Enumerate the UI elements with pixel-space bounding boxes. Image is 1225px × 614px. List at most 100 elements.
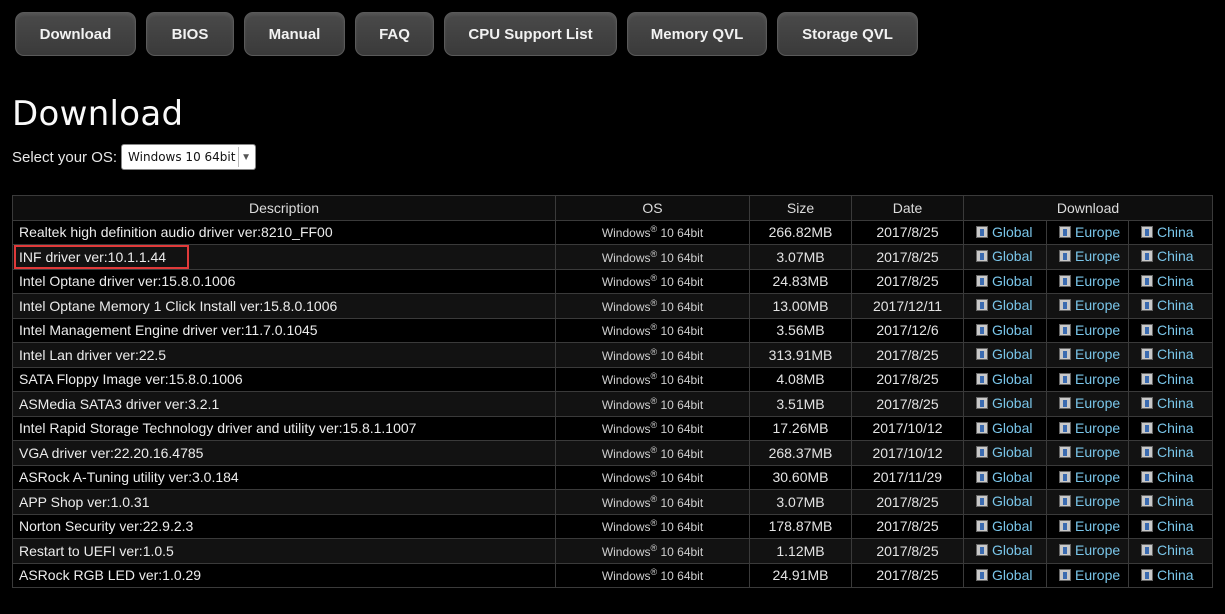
download-icon bbox=[976, 372, 988, 385]
os-suffix: 10 64bit bbox=[657, 471, 704, 486]
os-suffix: 10 64bit bbox=[657, 226, 704, 241]
download-link-europe[interactable]: Europe bbox=[1059, 346, 1120, 362]
row-os: Windows® 10 64bit bbox=[555, 513, 750, 539]
row-download-cell: Global bbox=[963, 440, 1047, 466]
download-link-europe[interactable]: Europe bbox=[1059, 297, 1120, 313]
download-link-china[interactable]: China bbox=[1141, 444, 1194, 460]
os-suffix: 10 64bit bbox=[657, 299, 704, 314]
table-row: Intel Optane Memory 1 Click Install ver:… bbox=[12, 293, 1214, 319]
download-link-europe[interactable]: Europe bbox=[1059, 371, 1120, 387]
row-description: Intel Optane driver ver:15.8.0.1006 bbox=[12, 268, 556, 294]
download-link-global[interactable]: Global bbox=[976, 273, 1032, 289]
download-link-global[interactable]: Global bbox=[976, 518, 1032, 534]
row-size: 30.60MB bbox=[749, 464, 852, 490]
os-prefix: Windows bbox=[601, 299, 651, 314]
download-link-label: China bbox=[1157, 542, 1194, 559]
download-icon bbox=[976, 495, 988, 508]
download-link-china[interactable]: China bbox=[1141, 493, 1194, 509]
os-select-label: Select your OS: bbox=[12, 148, 118, 166]
download-link-china[interactable]: China bbox=[1141, 518, 1194, 534]
download-link-europe[interactable]: Europe bbox=[1059, 248, 1120, 264]
table-row: ASRock RGB LED ver:1.0.29 Windows® 10 64b… bbox=[12, 562, 1214, 588]
row-os: Windows® 10 64bit bbox=[555, 342, 750, 368]
download-link-china[interactable]: China bbox=[1141, 395, 1194, 411]
download-link-china[interactable]: China bbox=[1141, 322, 1194, 338]
download-link-global[interactable]: Global bbox=[976, 493, 1032, 509]
download-icon bbox=[1141, 421, 1153, 434]
download-link-global[interactable]: Global bbox=[976, 444, 1032, 460]
row-date: 2017/12/11 bbox=[851, 293, 964, 319]
download-link-label: Global bbox=[992, 248, 1033, 265]
download-link-label: Europe bbox=[1075, 346, 1121, 363]
row-download-cell: China bbox=[1127, 293, 1214, 319]
os-prefix: Windows bbox=[601, 422, 651, 437]
row-date: 2017/11/29 bbox=[851, 464, 964, 490]
download-link-china[interactable]: China bbox=[1141, 420, 1194, 436]
tab-download[interactable]: Download bbox=[15, 12, 136, 56]
download-link-europe[interactable]: Europe bbox=[1059, 469, 1120, 485]
download-link-europe[interactable]: Europe bbox=[1059, 567, 1120, 583]
tab-memory-qvl[interactable]: Memory QVL bbox=[627, 12, 767, 56]
tab-manual[interactable]: Manual bbox=[244, 12, 345, 56]
tab-storage-qvl[interactable]: Storage QVL bbox=[777, 12, 918, 56]
download-icon bbox=[1141, 397, 1153, 410]
table-row: SATA Floppy Image ver:15.8.0.1006 Windows… bbox=[12, 366, 1214, 392]
row-download-cell: Europe bbox=[1046, 293, 1129, 319]
download-link-china[interactable]: China bbox=[1141, 273, 1194, 289]
download-link-label: China bbox=[1157, 370, 1194, 387]
download-link-global[interactable]: Global bbox=[976, 542, 1032, 558]
download-link-label: China bbox=[1157, 248, 1194, 265]
download-link-global[interactable]: Global bbox=[976, 346, 1032, 362]
download-link-global[interactable]: Global bbox=[976, 248, 1032, 264]
header-description: Description bbox=[12, 195, 556, 221]
download-link-global[interactable]: Global bbox=[976, 297, 1032, 313]
row-download-cell: Global bbox=[963, 415, 1047, 441]
download-link-europe[interactable]: Europe bbox=[1059, 224, 1120, 240]
row-download-cell: China bbox=[1127, 538, 1214, 564]
download-link-europe[interactable]: Europe bbox=[1059, 444, 1120, 460]
table-row: Realtek high definition audio driver ver… bbox=[12, 219, 1214, 245]
row-download-cell: Europe bbox=[1046, 562, 1129, 588]
download-link-china[interactable]: China bbox=[1141, 371, 1194, 387]
download-link-global[interactable]: Global bbox=[976, 469, 1032, 485]
download-link-europe[interactable]: Europe bbox=[1059, 273, 1120, 289]
download-link-europe[interactable]: Europe bbox=[1059, 322, 1120, 338]
download-link-global[interactable]: Global bbox=[976, 567, 1032, 583]
row-download-cell: Global bbox=[963, 219, 1047, 245]
download-link-europe[interactable]: Europe bbox=[1059, 420, 1120, 436]
header-date: Date bbox=[851, 195, 964, 221]
download-link-china[interactable]: China bbox=[1141, 542, 1194, 558]
download-link-label: Europe bbox=[1075, 468, 1121, 485]
chevron-down-icon[interactable]: ▼ bbox=[238, 147, 253, 167]
download-link-europe[interactable]: Europe bbox=[1059, 542, 1120, 558]
os-select[interactable]: Windows 10 64bit ▼ bbox=[121, 144, 257, 170]
download-link-china[interactable]: China bbox=[1141, 469, 1194, 485]
os-suffix: 10 64bit bbox=[657, 348, 704, 363]
row-date: 2017/8/25 bbox=[851, 268, 964, 294]
download-link-label: Global bbox=[992, 370, 1033, 387]
download-icon bbox=[1141, 299, 1153, 312]
tab-cpu-support-list[interactable]: CPU Support List bbox=[444, 12, 617, 56]
row-download-cell: China bbox=[1127, 513, 1214, 539]
download-link-europe[interactable]: Europe bbox=[1059, 518, 1120, 534]
download-link-global[interactable]: Global bbox=[976, 371, 1032, 387]
download-link-global[interactable]: Global bbox=[976, 322, 1032, 338]
download-link-china[interactable]: China bbox=[1141, 297, 1194, 313]
row-description: Realtek high definition audio driver ver… bbox=[12, 219, 556, 245]
os-prefix: Windows bbox=[601, 446, 651, 461]
tab-faq[interactable]: FAQ bbox=[355, 12, 434, 56]
download-link-china[interactable]: China bbox=[1141, 224, 1194, 240]
download-link-china[interactable]: China bbox=[1141, 248, 1194, 264]
download-link-global[interactable]: Global bbox=[976, 224, 1032, 240]
download-link-label: Europe bbox=[1075, 395, 1121, 412]
download-link-china[interactable]: China bbox=[1141, 346, 1194, 362]
download-link-global[interactable]: Global bbox=[976, 420, 1032, 436]
download-link-china[interactable]: China bbox=[1141, 567, 1194, 583]
download-link-europe[interactable]: Europe bbox=[1059, 493, 1120, 509]
tab-bios[interactable]: BIOS bbox=[146, 12, 234, 56]
download-link-label: Europe bbox=[1075, 542, 1121, 559]
row-date: 2017/8/25 bbox=[851, 513, 964, 539]
row-download-cell: Global bbox=[963, 268, 1047, 294]
download-link-global[interactable]: Global bbox=[976, 395, 1032, 411]
download-link-europe[interactable]: Europe bbox=[1059, 395, 1120, 411]
